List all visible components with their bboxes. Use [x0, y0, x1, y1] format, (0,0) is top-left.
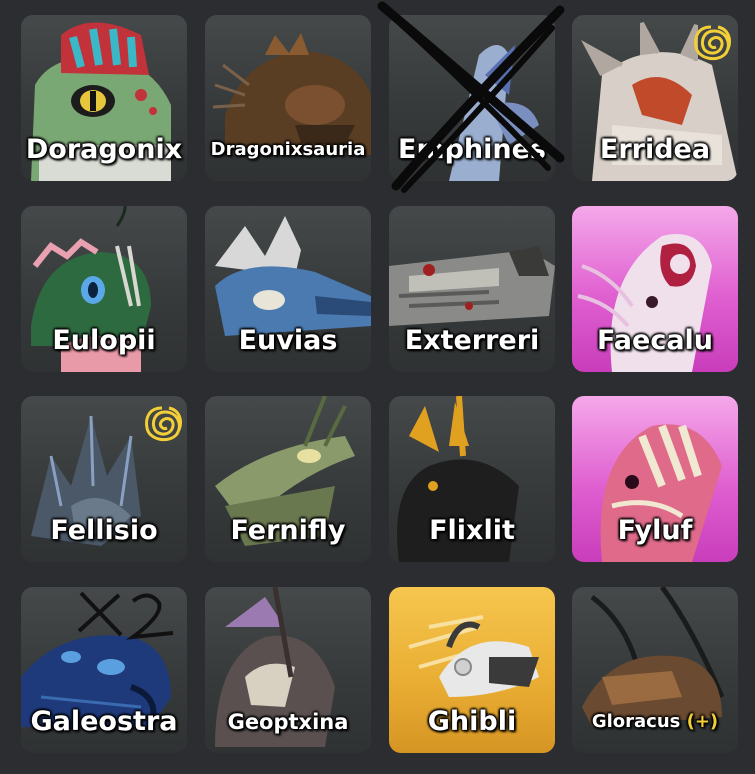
creature-name: Faecalu	[596, 325, 714, 356]
creature-card-fernifly[interactable]: Fernifly	[205, 396, 371, 562]
creature-card-emphines[interactable]: Emphines	[389, 15, 555, 181]
creature-card-ghibli[interactable]: Ghibli	[389, 587, 555, 753]
creature-card-fyluf[interactable]: Fyluf	[572, 396, 738, 562]
creature-name: Geoptxina	[227, 710, 349, 734]
creature-card-gloracus[interactable]: Gloracus (+)	[572, 587, 738, 753]
creature-name: Fellisio	[50, 515, 158, 546]
creature-name: Dragonixsauria	[210, 139, 366, 160]
creature-name: Erridea	[599, 134, 711, 165]
creature-name: Fyluf	[617, 515, 693, 546]
creature-card-galeostra[interactable]: Galeostra	[21, 587, 187, 753]
creature-card-doragonix[interactable]: Doragonix	[21, 15, 187, 181]
creature-name: Doragonix	[25, 134, 183, 165]
creature-name: Ghibli	[427, 706, 517, 737]
creature-card-eulopii[interactable]: Eulopii	[21, 206, 187, 372]
creature-card-euvias[interactable]: Euvias	[205, 206, 371, 372]
creature-card-faecalu[interactable]: Faecalu	[572, 206, 738, 372]
creature-card-exterreri[interactable]: Exterreri	[389, 206, 555, 372]
creature-name-text: Gloracus	[591, 711, 681, 732]
creature-card-fellisio[interactable]: Fellisio	[21, 396, 187, 562]
creature-name: Gloracus (+)	[572, 707, 738, 737]
scribble-badge-icon	[694, 25, 732, 61]
creature-card-geoptxina[interactable]: Geoptxina	[205, 587, 371, 753]
creature-name: Fernifly	[230, 515, 346, 546]
plus-indicator: (+)	[680, 711, 719, 732]
creature-name: Galeostra	[30, 706, 178, 737]
creature-card-dragonixsauria[interactable]: Dragonixsauria	[205, 15, 371, 181]
creature-name: Emphines	[398, 134, 546, 165]
creature-card-erridea[interactable]: Erridea	[572, 15, 738, 181]
scribble-badge-icon	[145, 406, 183, 442]
creature-name: Exterreri	[404, 325, 540, 356]
creature-name: Euvias	[238, 325, 338, 356]
creature-card-flixlit[interactable]: Flixlit	[389, 396, 555, 562]
creature-grid: Doragonix Dragonixsauria Emphines Erride…	[0, 0, 755, 774]
creature-name: Flixlit	[429, 515, 515, 546]
creature-name: Eulopii	[52, 325, 156, 356]
